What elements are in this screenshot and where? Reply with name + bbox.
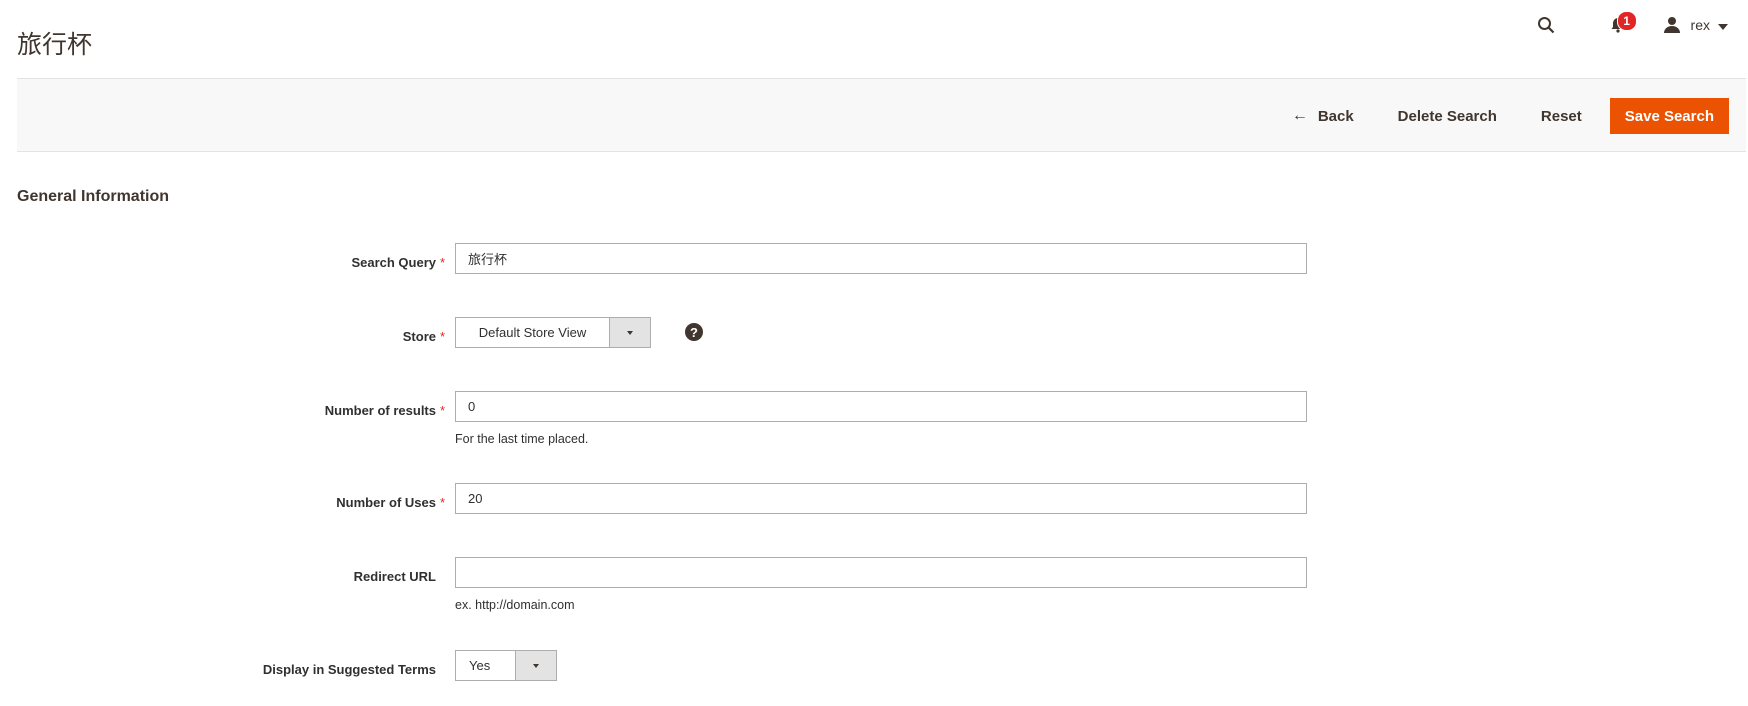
select-arrow — [515, 651, 556, 680]
reset-button[interactable]: Reset — [1519, 108, 1604, 125]
delete-search-button[interactable]: Delete Search — [1376, 108, 1519, 125]
user-name: rex — [1690, 17, 1710, 33]
required-marker: * — [440, 495, 446, 510]
store-selected-value: Default Store View — [478, 325, 587, 340]
page-actions-bar: ← Back Delete Search Reset Save Search — [17, 78, 1746, 152]
required-marker: * — [440, 255, 446, 270]
number-of-uses-input[interactable] — [455, 483, 1307, 514]
number-of-uses-label: Number of Uses — [336, 495, 436, 510]
back-label: Back — [1317, 107, 1354, 125]
number-of-results-input[interactable] — [455, 391, 1307, 422]
required-marker: * — [440, 329, 446, 344]
store-select[interactable]: Default Store View — [455, 317, 651, 348]
caret-down-icon — [533, 663, 539, 668]
arrow-left-icon: ← — [1291, 107, 1308, 124]
page-title: 旅行杯 — [17, 30, 93, 59]
number-of-results-note: For the last time placed. — [455, 432, 589, 446]
display-suggested-terms-label: Display in Suggested Terms — [262, 662, 436, 677]
search-icon — [1537, 17, 1554, 34]
caret-down-icon — [627, 330, 633, 335]
search-query-input[interactable] — [455, 243, 1307, 274]
redirect-url-label: Redirect URL — [353, 569, 436, 584]
user-account-menu[interactable]: rex — [1663, 16, 1728, 34]
help-icon[interactable]: ? — [685, 323, 703, 341]
back-button[interactable]: ← Back — [1270, 107, 1376, 125]
number-of-results-label: Number of results — [324, 403, 436, 418]
display-suggested-terms-select[interactable]: Yes — [455, 650, 557, 681]
search-query-label: Search Query — [351, 255, 436, 270]
redirect-url-note: ex. http://domain.com — [455, 598, 575, 612]
user-icon — [1663, 17, 1680, 33]
display-suggested-terms-value: Yes — [469, 658, 491, 673]
caret-down-icon — [1718, 23, 1728, 30]
admin-header-actions: 1 rex — [1531, 10, 1728, 40]
save-search-button[interactable]: Save Search — [1609, 98, 1729, 134]
notifications-count-badge: 1 — [1616, 11, 1637, 31]
notifications-button[interactable]: 1 — [1603, 10, 1637, 40]
required-marker: * — [440, 403, 446, 418]
global-search-button[interactable] — [1531, 10, 1561, 40]
section-title: General Information — [17, 188, 170, 205]
redirect-url-input[interactable] — [455, 557, 1307, 588]
store-label: Store — [402, 329, 436, 344]
select-arrow — [609, 318, 650, 347]
